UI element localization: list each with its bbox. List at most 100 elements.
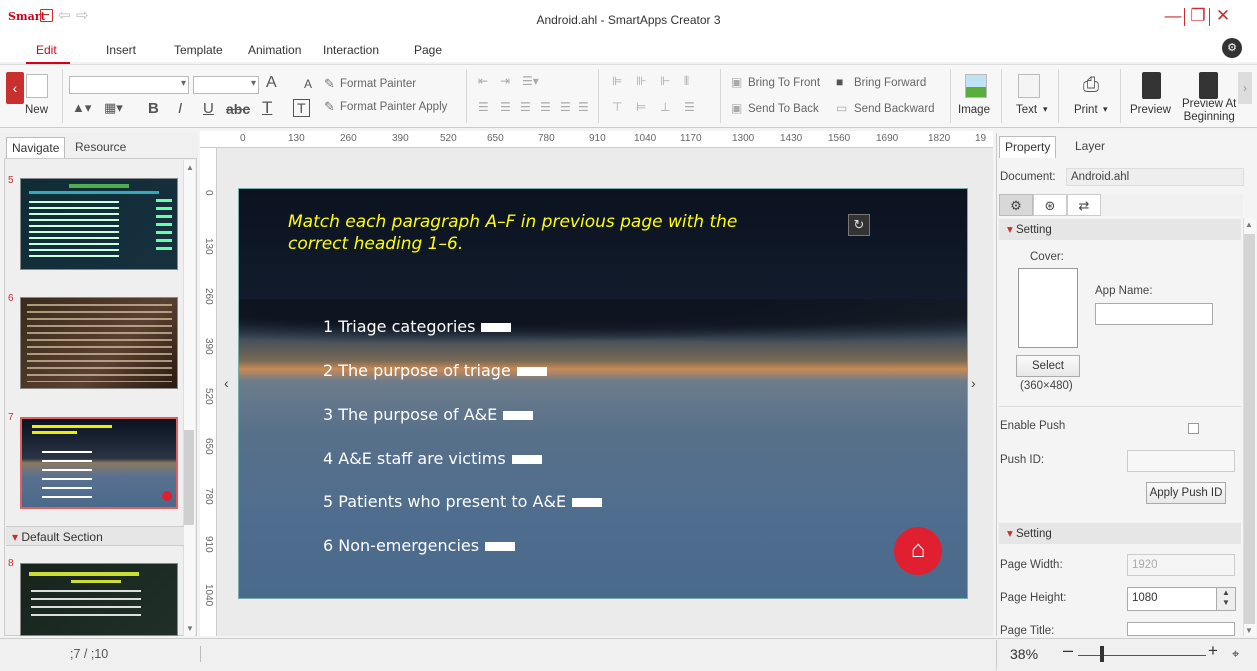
align-objects-middle-icon[interactable]: ⊨ — [636, 100, 646, 114]
slide-canvas[interactable]: Match each paragraph A–F in previous pag… — [238, 188, 968, 599]
setting-section-header[interactable]: Setting — [999, 219, 1241, 240]
menu-insert[interactable]: Insert — [106, 43, 136, 57]
bring-to-front-icon[interactable]: ▣ — [731, 75, 742, 89]
align-right-icon[interactable]: ☰ — [540, 100, 551, 114]
image-button[interactable]: Image — [958, 104, 990, 116]
new-button[interactable]: New — [25, 104, 48, 116]
text-button[interactable]: Text — [1016, 104, 1037, 116]
font-size-up-button[interactable]: A — [266, 74, 277, 92]
zoom-slider[interactable] — [1078, 655, 1206, 656]
zoom-out-icon[interactable]: – — [1063, 640, 1073, 661]
scroll-up-icon[interactable]: ▲ — [186, 163, 194, 172]
indent-increase-icon[interactable]: ⇥ — [500, 74, 510, 88]
enable-push-checkbox[interactable] — [1188, 423, 1199, 434]
align-center-icon[interactable]: ☰ — [520, 100, 531, 114]
heading-item[interactable]: 6 Non-emergencies — [323, 536, 516, 555]
bring-to-front-button[interactable]: Bring To Front — [748, 77, 820, 89]
apply-push-id-button[interactable]: Apply Push ID — [1146, 482, 1226, 504]
answer-blank[interactable] — [572, 498, 603, 507]
heading-item[interactable]: 2 The purpose of triage — [323, 361, 547, 380]
font-size-select[interactable] — [193, 76, 259, 94]
format-painter-apply-button[interactable]: Format Painter Apply — [340, 101, 447, 113]
home-icon[interactable]: ⌂ — [894, 527, 942, 575]
bring-forward-button[interactable]: Bring Forward — [854, 77, 926, 89]
app-name-input[interactable] — [1095, 303, 1213, 325]
page-thumbnail-7[interactable] — [20, 417, 178, 509]
italic-button[interactable]: I — [178, 100, 182, 117]
bullet-list-icon[interactable]: ☰ — [478, 100, 489, 114]
close-button[interactable]: ✕ — [1213, 6, 1233, 28]
slide-refresh-icon[interactable]: ↻ — [848, 214, 870, 236]
answer-blank[interactable] — [485, 542, 516, 551]
help-icon[interactable]: ⚙ — [1222, 38, 1242, 58]
menu-animation[interactable]: Animation — [248, 43, 301, 57]
send-backward-button[interactable]: Send Backward — [854, 103, 935, 115]
navigator-scrollbar[interactable] — [183, 160, 195, 636]
menu-edit[interactable]: Edit — [36, 43, 57, 57]
tab-navigate[interactable]: Navigate — [6, 137, 66, 159]
menu-template[interactable]: Template — [174, 43, 223, 57]
heading-item[interactable]: 1 Triage categories — [323, 317, 512, 336]
interaction-icon[interactable]: ⊛ — [1033, 194, 1067, 216]
tab-layer[interactable]: Layer — [1070, 136, 1110, 158]
fit-to-window-icon[interactable]: ⌖ — [1232, 646, 1239, 662]
answer-blank[interactable] — [511, 455, 542, 464]
heading-item[interactable]: 3 The purpose of A&E — [323, 405, 534, 424]
print-button[interactable]: Print — [1074, 104, 1098, 116]
answer-blank[interactable] — [481, 323, 512, 332]
print-dropdown-icon[interactable]: ▾ — [1103, 104, 1108, 115]
push-id-input[interactable] — [1127, 450, 1235, 472]
page-thumbnail-5[interactable] — [20, 178, 178, 270]
tab-property[interactable]: Property — [999, 136, 1057, 158]
slide-title[interactable]: Match each paragraph A–F in previous pag… — [288, 211, 748, 255]
line-spacing-icon[interactable]: ☰▾ — [522, 74, 539, 88]
settings-gear-icon[interactable]: ⚙ — [999, 194, 1033, 216]
preview-button[interactable]: Preview — [1130, 104, 1171, 116]
fill-color-icon[interactable]: ▦▾ — [104, 100, 123, 116]
page-title-input[interactable] — [1127, 622, 1235, 636]
zoom-slider-handle[interactable] — [1100, 646, 1104, 662]
preview-at-beginning-button[interactable]: Preview At Beginning — [1182, 98, 1236, 124]
page-thumbnail-6[interactable] — [20, 297, 178, 389]
indent-decrease-icon[interactable]: ⇤ — [478, 74, 488, 88]
page-thumbnail-8[interactable] — [20, 563, 178, 636]
format-painter-button[interactable]: Format Painter — [340, 78, 416, 90]
previous-page-arrow-icon[interactable]: ‹ — [224, 375, 229, 391]
restore-button[interactable]: ❐ — [1188, 6, 1208, 28]
scroll-up-icon[interactable]: ▲ — [1245, 220, 1253, 229]
page-height-stepper-icon[interactable]: ▲ ▼ — [1216, 588, 1235, 610]
align-objects-bottom-icon[interactable]: ⊥ — [660, 100, 670, 114]
underline-button[interactable]: U — [203, 100, 214, 117]
bring-forward-icon[interactable]: ■ — [836, 75, 843, 89]
align-objects-left-icon[interactable]: ⊫ — [612, 74, 622, 88]
bold-button[interactable]: B — [148, 100, 159, 117]
answer-blank[interactable] — [516, 367, 547, 376]
highlight-color-icon[interactable]: ▲▾ — [72, 100, 91, 116]
align-objects-right-icon[interactable]: ⊩ — [660, 74, 670, 88]
minimize-button[interactable]: — — [1163, 6, 1183, 28]
send-to-back-icon[interactable]: ▣ — [731, 101, 742, 115]
text-color-button[interactable]: T — [262, 98, 272, 118]
strikethrough-button[interactable]: abc — [226, 101, 250, 117]
text-icon[interactable] — [1018, 74, 1040, 98]
section-header[interactable]: Default Section — [6, 526, 184, 546]
tab-resource[interactable]: Resource — [70, 137, 131, 159]
setting-section-header[interactable]: Setting — [999, 523, 1241, 544]
navigator-scrollbar-thumb[interactable] — [184, 430, 194, 525]
send-to-back-button[interactable]: Send To Back — [748, 103, 819, 115]
format-painter-apply-icon[interactable]: ✎ — [324, 99, 335, 115]
align-justify-icon[interactable]: ☰ — [560, 100, 571, 114]
distribute-vertical-icon[interactable]: ☰ — [684, 100, 695, 114]
ribbon-scroll-left-icon[interactable]: ‹ — [6, 72, 24, 104]
menu-page[interactable]: Page — [414, 43, 442, 57]
property-scrollbar-thumb[interactable] — [1244, 234, 1255, 624]
distribute-horizontal-icon[interactable]: ⫴ — [684, 74, 689, 89]
text-dropdown-icon[interactable]: ▾ — [1043, 104, 1048, 115]
ribbon-scroll-right-icon[interactable]: › — [1238, 72, 1252, 104]
image-icon[interactable] — [965, 74, 987, 98]
preview-icon[interactable] — [1142, 72, 1161, 99]
select-cover-button[interactable]: Select — [1016, 355, 1080, 377]
new-page-icon[interactable] — [26, 74, 48, 98]
zoom-in-icon[interactable]: + — [1208, 641, 1218, 661]
font-family-select[interactable] — [69, 76, 189, 94]
